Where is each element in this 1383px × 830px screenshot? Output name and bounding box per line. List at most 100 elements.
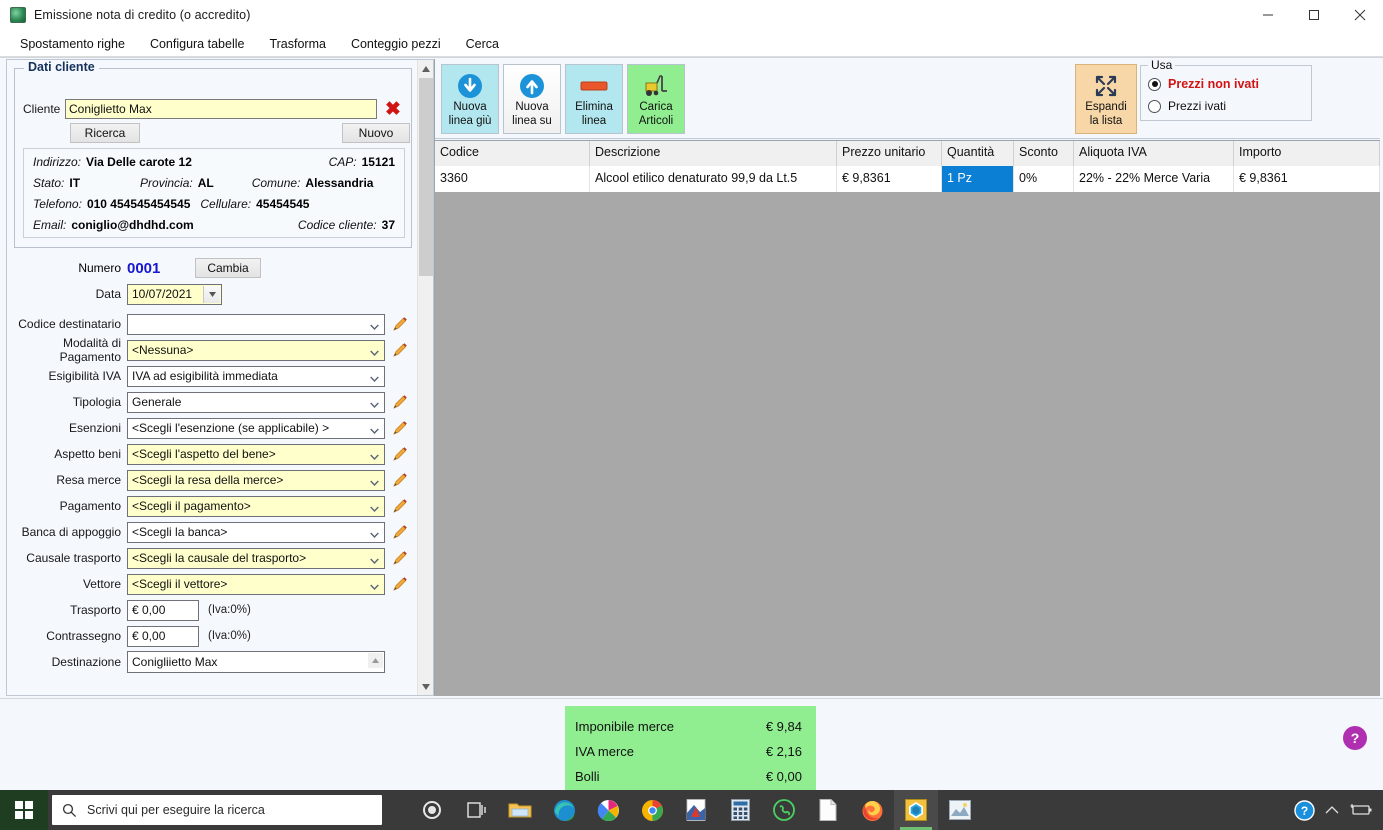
grid-column-header-5[interactable]: Aliquota IVA <box>1074 141 1234 166</box>
radio-prezzi-non-ivati[interactable]: Prezzi non ivati <box>1141 73 1311 95</box>
chevron-down-icon[interactable] <box>370 345 379 356</box>
combo-select-6[interactable]: <Scegli la resa della merce> <box>127 469 385 491</box>
combo-select-0[interactable] <box>127 313 385 335</box>
edit-pencil-icon[interactable] <box>392 316 408 332</box>
grid-column-header-6[interactable]: Importo <box>1234 141 1380 166</box>
combo-select-10[interactable]: <Scegli il vettore> <box>127 573 385 595</box>
firefox-icon[interactable] <box>850 790 894 830</box>
help-circle-icon[interactable]: ? <box>1294 799 1315 821</box>
microsoft-edge-icon[interactable] <box>542 790 586 830</box>
nuovo-button[interactable]: Nuovo <box>342 123 410 143</box>
menu-item-configura-tabelle[interactable]: Configura tabelle <box>139 34 256 54</box>
photos-icon[interactable] <box>586 790 630 830</box>
elimina-linea-button[interactable]: Elimina linea <box>565 64 623 134</box>
radio-prezzi-ivati[interactable]: Prezzi ivati <box>1141 95 1311 117</box>
chevron-down-icon[interactable] <box>370 319 379 330</box>
whatsapp-icon[interactable] <box>762 790 806 830</box>
chevron-down-icon[interactable] <box>370 397 379 408</box>
help-question-icon[interactable]: ? <box>1343 726 1367 750</box>
combo-value-4: <Scegli l'esenzione (se applicabile) > <box>132 421 330 435</box>
lines-panel: Nuova linea giù Nuova linea su Elimina l… <box>434 58 1380 696</box>
chevron-down-icon[interactable] <box>370 501 379 512</box>
chevron-down-icon[interactable] <box>370 423 379 434</box>
trasporto-input[interactable]: € 0,00 <box>127 599 199 621</box>
scroll-down-arrow-icon[interactable] <box>418 678 433 695</box>
form-vertical-scrollbar[interactable] <box>417 60 433 695</box>
windows-start-icon[interactable] <box>0 790 48 830</box>
menu-item-cerca[interactable]: Cerca <box>455 34 510 54</box>
combo-select-1[interactable]: <Nessuna> <box>127 339 385 361</box>
grid-cell-0-5[interactable]: 22% - 22% Merce Varia <box>1074 166 1234 192</box>
edit-pencil-icon[interactable] <box>392 472 408 488</box>
grid-cell-0-3[interactable]: 1 Pz <box>942 166 1014 192</box>
espandi-la-lista-button[interactable]: Espandi la lista <box>1075 64 1137 134</box>
grid-column-header-2[interactable]: Prezzo unitario <box>837 141 942 166</box>
chevron-down-icon[interactable] <box>370 553 379 564</box>
grid-cell-0-6[interactable]: € 9,8361 <box>1234 166 1380 192</box>
chevron-up-icon[interactable] <box>368 653 383 668</box>
carica-articoli-button[interactable]: Carica Articoli <box>627 64 685 134</box>
contrassegno-input[interactable]: € 0,00 <box>127 625 199 647</box>
chevron-down-icon[interactable] <box>370 371 379 382</box>
cambia-button[interactable]: Cambia <box>195 258 261 278</box>
chevron-down-icon[interactable] <box>370 579 379 590</box>
destinazione-input[interactable]: Conigliietto Max <box>127 651 385 673</box>
edit-pencil-icon[interactable] <box>392 550 408 566</box>
edit-pencil-icon[interactable] <box>392 446 408 462</box>
battery-icon[interactable] <box>1349 803 1373 817</box>
table-row[interactable]: 3360 Alcool etilico denaturato 99,9 da Lt… <box>435 166 1380 192</box>
menu-item-spostamento-righe[interactable]: Spostamento righe <box>9 34 136 54</box>
combo-select-3[interactable]: Generale <box>127 391 385 413</box>
chevron-down-icon[interactable] <box>370 449 379 460</box>
nuova-linea-giu-button[interactable]: Nuova linea giù <box>441 64 499 134</box>
cliente-input[interactable]: Coniglietto Max <box>65 99 377 119</box>
grid-cell-0-2[interactable]: € 9,8361 <box>837 166 942 192</box>
edit-pencil-icon[interactable] <box>392 524 408 540</box>
chevron-up-icon[interactable] <box>1325 805 1339 815</box>
google-chrome-icon[interactable] <box>630 790 674 830</box>
combo-select-9[interactable]: <Scegli la causale del trasporto> <box>127 547 385 569</box>
menu-item-conteggio-pezzi[interactable]: Conteggio pezzi <box>340 34 452 54</box>
paint-icon[interactable] <box>938 790 982 830</box>
chevron-down-icon[interactable] <box>370 475 379 486</box>
grid-column-header-1[interactable]: Descrizione <box>590 141 837 166</box>
minimize-icon[interactable] <box>1245 0 1291 31</box>
taskbar-search-input[interactable]: Scrivi qui per eseguire la ricerca <box>52 795 382 825</box>
ricerca-button[interactable]: Ricerca <box>70 123 140 143</box>
file-explorer-icon[interactable] <box>498 790 542 830</box>
edit-pencil-icon[interactable] <box>392 576 408 592</box>
grid-column-header-4[interactable]: Sconto <box>1014 141 1074 166</box>
calculator-icon[interactable] <box>718 790 762 830</box>
combo-select-4[interactable]: <Scegli l'esenzione (se applicabile) > <box>127 417 385 439</box>
nuova-linea-su-button[interactable]: Nuova linea su <box>503 64 561 134</box>
scrollbar-thumb[interactable] <box>419 78 433 276</box>
task-view-icon[interactable] <box>454 790 498 830</box>
adobe-acrobat-icon[interactable] <box>674 790 718 830</box>
radio-unselected-icon[interactable] <box>1148 99 1161 113</box>
edit-pencil-icon[interactable] <box>392 498 408 514</box>
edit-pencil-icon[interactable] <box>392 342 408 358</box>
grid-cell-0-1[interactable]: Alcool etilico denaturato 99,9 da Lt.5 <box>590 166 837 192</box>
maximize-icon[interactable] <box>1291 0 1337 31</box>
edit-pencil-icon[interactable] <box>392 394 408 410</box>
combo-select-2[interactable]: IVA ad esigibilità immediata <box>127 365 385 387</box>
grid-column-header-3[interactable]: Quantità <box>942 141 1014 166</box>
cortana-icon[interactable] <box>410 790 454 830</box>
grid-cell-0-0[interactable]: 3360 <box>435 166 590 192</box>
edit-pencil-icon[interactable] <box>392 420 408 436</box>
combo-select-8[interactable]: <Scegli la banca> <box>127 521 385 543</box>
grid-column-header-0[interactable]: Codice <box>435 141 590 166</box>
gestionale-app-icon[interactable] <box>894 790 938 830</box>
chevron-down-icon[interactable] <box>203 285 220 303</box>
scroll-up-arrow-icon[interactable] <box>418 60 433 77</box>
menu-item-trasforma[interactable]: Trasforma <box>258 34 337 54</box>
red-x-icon[interactable]: ✖ <box>385 100 401 119</box>
radio-selected-icon[interactable] <box>1148 77 1161 91</box>
combo-select-7[interactable]: <Scegli il pagamento> <box>127 495 385 517</box>
combo-select-5[interactable]: <Scegli l'aspetto del bene> <box>127 443 385 465</box>
close-icon[interactable] <box>1337 0 1383 31</box>
notepad-icon[interactable] <box>806 790 850 830</box>
chevron-down-icon[interactable] <box>370 527 379 538</box>
data-input[interactable]: 10/07/2021 <box>127 283 222 305</box>
grid-cell-0-4[interactable]: 0% <box>1014 166 1074 192</box>
